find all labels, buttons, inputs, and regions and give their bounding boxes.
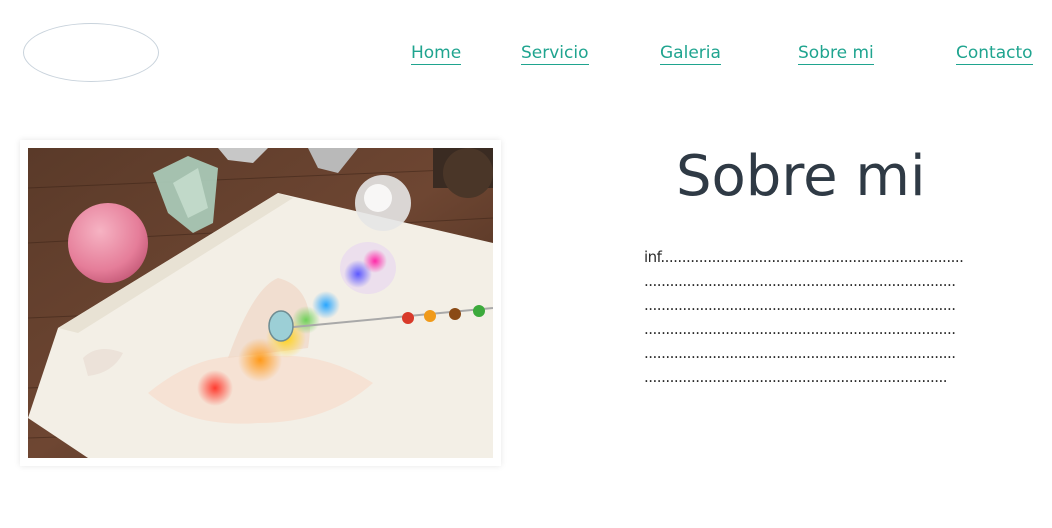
about-photo-frame — [20, 140, 501, 466]
about-text-line: ........................................… — [644, 320, 956, 338]
about-text-line: ........................................… — [644, 368, 948, 386]
nav-sobre-mi[interactable]: Sobre mi — [798, 43, 874, 65]
about-text-line: ........................................… — [644, 296, 956, 314]
chakra-photo-illustration — [28, 148, 493, 458]
about-text-line: inf.....................................… — [644, 248, 964, 266]
page: Home Servicio Galeria Sobre mi Contacto — [0, 0, 1052, 528]
nav-galeria[interactable]: Galeria — [660, 43, 721, 65]
about-photo — [28, 148, 493, 458]
page-title: Sobre mi — [676, 144, 926, 209]
nav-home[interactable]: Home — [411, 43, 462, 65]
about-text-line: ........................................… — [644, 344, 956, 362]
logo[interactable] — [23, 23, 159, 82]
about-text: inf.....................................… — [644, 245, 964, 389]
nav-contacto[interactable]: Contacto — [956, 43, 1033, 65]
nav-servicio[interactable]: Servicio — [521, 43, 589, 65]
about-text-line: ........................................… — [644, 272, 956, 290]
